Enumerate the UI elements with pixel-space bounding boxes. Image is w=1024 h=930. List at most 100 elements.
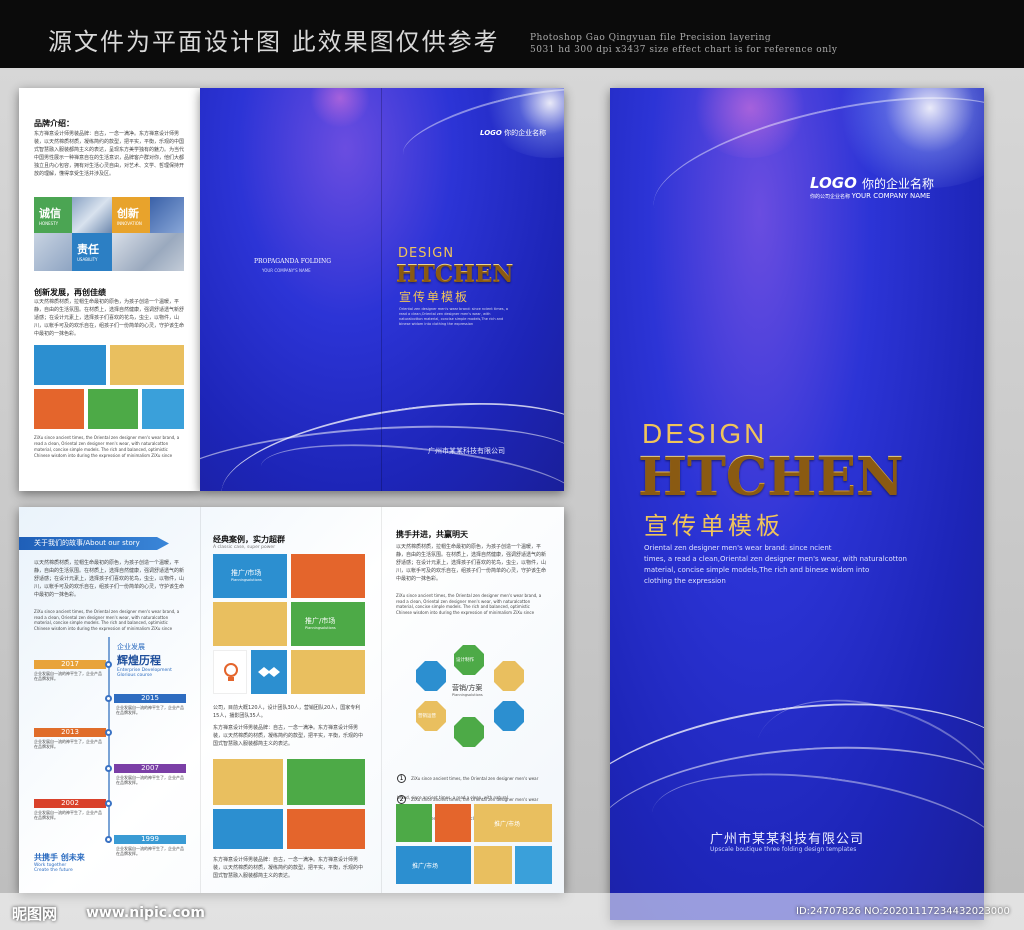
cover-desc-line4: clothing the expression — [644, 577, 726, 585]
tile-duty-label: 责任 — [77, 243, 99, 256]
story-banner: 关于我们的故事/About our story — [19, 537, 169, 550]
block-lightblue — [142, 389, 184, 429]
year-2007: 2007 — [114, 764, 186, 773]
fold-line — [381, 88, 382, 491]
hand-en: ZiXu since ancient times, the Oriental z… — [396, 593, 542, 615]
company-name-label: YOUR COMPANY'S NAME — [262, 268, 311, 273]
fold-line — [200, 507, 201, 893]
orange-block — [287, 809, 365, 849]
color-blocks — [34, 345, 184, 429]
fold-desc: Oriental zen designer men's wear brand: … — [399, 307, 508, 326]
timeline-dot — [105, 800, 112, 807]
together-title: 共携手 创未来 — [34, 853, 85, 862]
canvas: 源文件为平面设计图 此效果图仅供参考 Photoshop Gao Qingyua… — [0, 0, 1024, 930]
tile-photo-4 — [112, 233, 184, 271]
timeline-heading: 企业发展 辉煌历程 Enterprise Development Gloriou… — [117, 642, 172, 678]
hex-left-label: 营销运营 — [418, 714, 436, 719]
year-1999: 1999 — [114, 835, 186, 844]
timeline-dot — [105, 695, 112, 702]
tile-innovate-en: INNOVATION — [117, 221, 142, 226]
timeline-dot — [105, 765, 112, 772]
cases-en: A classic case, super power — [213, 545, 276, 550]
story-text: 以天然棉质材质，拉帽生命最初的原色，为孩子创造一个温暖，平静，自由的生活氛围。在… — [34, 560, 184, 598]
yellow-block — [213, 759, 283, 805]
hex-center-en: Planningsolutions — [452, 693, 483, 697]
cases-text-1: 公司，目前大概120人，设计团队30人，营销团队20人，国家专利15人，播影团队… — [213, 705, 361, 719]
orange-tile — [291, 554, 365, 598]
cover-company-sub: Upscale boutique three folding design te… — [710, 846, 857, 853]
timeline-text: 企业发展自一流的神平生了，企业产品在品牌发挥。 — [34, 739, 102, 749]
fold-line — [381, 507, 382, 893]
brand-text: 东方禅意设计师男装品牌：自古，一念一满净。东方禅意设计师男装，以天然棉质材质，凝… — [34, 131, 184, 177]
yellow-tile — [213, 602, 287, 646]
hex-left-top — [416, 661, 446, 691]
timeline-dot — [105, 729, 112, 736]
header-cn-title: 源文件为平面设计图 此效果图仅供参考 — [48, 28, 500, 56]
cover-logo-sub: 你的公司企业名称 — [810, 194, 851, 200]
year-2017: 2017 — [34, 660, 106, 669]
timeline-title: 辉煌历程 — [117, 654, 161, 667]
light-flare — [310, 88, 370, 128]
year-2015: 2015 — [114, 694, 186, 703]
green-mini — [396, 804, 432, 842]
timeline-en2: Glorious course — [117, 673, 153, 678]
cover-desc-line3: material, concise simple models,The rich… — [644, 566, 870, 574]
timeline-title-small: 企业发展 — [117, 643, 145, 651]
block-orange — [34, 389, 84, 429]
values-image-grid: 诚信 HONESTY 创新 INNOVATION 责任 USABILITY — [34, 197, 184, 271]
watermark-id: ID:24707826 NO:20201117234432023000 — [796, 906, 1010, 917]
tile-sincere: 诚信 HONESTY — [34, 197, 72, 233]
brand-title: 品牌介绍： — [34, 119, 74, 128]
promo-tile-3: 推广/市场 — [474, 804, 552, 842]
cover-desc-line1: Oriental zen designer men's wear brand: … — [644, 544, 832, 552]
header-en-line1: Photoshop Gao Qingyuan file Precision la… — [530, 33, 772, 43]
handshake-icon — [258, 667, 280, 677]
year-2002: 2002 — [34, 799, 106, 808]
tile-duty-en: USABILITY — [77, 257, 98, 262]
brochure-big-cover: LOGO 你的企业名称 你的公司企业名称 YOUR COMPANY NAME D… — [610, 88, 984, 920]
story-en: ZiXu since ancient times, the Oriental z… — [34, 609, 180, 631]
cases-text-3: 东方禅意设计师男装品牌：自古，一念一满净。东方禅意设计师男装，以天然棉质的材质，… — [213, 857, 364, 879]
timeline-dot — [105, 836, 112, 843]
watermark-logo: 昵图网 — [12, 905, 58, 923]
promo-tile-2: 推广/市场 Planningsolutions — [291, 602, 365, 646]
cover-logo-sub-row: 你的公司企业名称 YOUR COMPANY NAME — [810, 192, 934, 200]
cover-logo-mark: LOGO — [810, 174, 857, 192]
promo-tile-1: 推广/市场 Planningsolutions — [213, 554, 287, 598]
green-block — [287, 759, 365, 805]
hex-bottom — [454, 717, 484, 747]
block-yellow — [110, 345, 184, 385]
timeline-text: 企业发展自一流的神平生了，企业产品在品牌发挥。 — [116, 846, 184, 856]
fold-brand: HTCHEN — [396, 260, 514, 287]
timeline-dot — [105, 661, 112, 668]
cover-subtitle: 宣传单模板 — [644, 512, 784, 540]
header-bar: 源文件为平面设计图 此效果图仅供参考 Photoshop Gao Qingyua… — [0, 0, 1024, 68]
cover-brand: HTCHEN — [638, 446, 904, 507]
fold-company: 广州市某某科技有限公司 — [428, 447, 505, 455]
handshake-tile — [251, 650, 287, 694]
hex-right-bottom — [494, 701, 524, 731]
promo4-label: 推广/市场 — [412, 863, 439, 870]
fold-subtitle: 宣传单模板 — [399, 290, 470, 304]
fold-logo-cn: 你的企业名称 — [504, 129, 547, 137]
orange-mini — [435, 804, 471, 842]
hex-center-label: 营销/方案 — [452, 684, 483, 692]
timeline-text: 企业发展自一流的神平生了，企业产品在品牌发挥。 — [34, 671, 102, 681]
idea-tile — [213, 650, 247, 694]
left-en-text: ZiXu since ancient times, the Oriental z… — [34, 435, 180, 458]
tile-innovate-label: 创新 — [117, 207, 139, 220]
year-2013: 2013 — [34, 728, 106, 737]
hand-text: 以天然棉质材质，拉帽生命最初的原色，为孩子创造一个温暖，平静，自由的生活氛围。在… — [396, 544, 546, 582]
blue-mini — [515, 846, 552, 884]
promo1-label: 推广/市场 — [231, 569, 262, 577]
watermark-url: www.nipic.com — [86, 905, 205, 921]
timeline-text: 企业发展自一流的神平生了，企业产品在品牌发挥。 — [116, 775, 184, 785]
brochure-left-panel: 品牌介绍： 东方禅意设计师男装品牌：自古，一念一满净。东方禅意设计师男装，以天然… — [19, 88, 200, 491]
tile-innovate: 创新 INNOVATION — [112, 197, 150, 233]
header-en-caption: Photoshop Gao Qingyuan file Precision la… — [530, 32, 837, 56]
cover-company-en: YOUR COMPANY NAME — [851, 192, 931, 200]
innovate-text: 以天然棉质材质，拉帽生命最初的原色，为孩子创造一个温暖，平静，自由的生活氛围。在… — [34, 299, 184, 337]
cover-desc-line2: times, a read a clean,Oriental zen desig… — [644, 555, 907, 563]
promo3-label: 推广/市场 — [494, 821, 521, 828]
fold-design: DESIGN — [398, 246, 455, 261]
